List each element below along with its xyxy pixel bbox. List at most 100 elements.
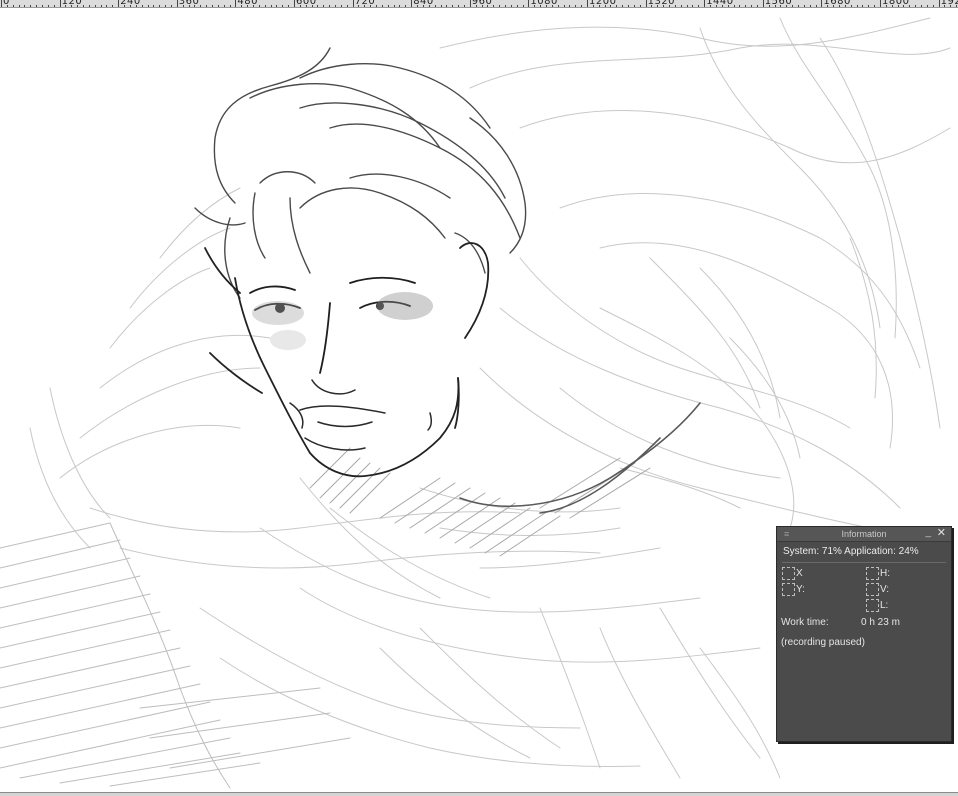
ruler-minor-tick <box>317 5 319 7</box>
ruler-minor-tick <box>891 5 893 7</box>
ruler-minor-tick <box>745 5 747 7</box>
y-label: Y: <box>796 584 805 595</box>
ruler-minor-tick <box>217 5 219 7</box>
ruler-major-tick <box>880 0 881 7</box>
ruler-major-tick <box>528 0 530 7</box>
ruler-minor-tick <box>622 5 624 7</box>
ruler-minor-tick <box>768 5 770 7</box>
ruler-minor-tick <box>545 5 547 7</box>
ruler-minor-tick <box>288 5 290 7</box>
ruler-minor-tick <box>18 5 20 7</box>
ruler-minor-tick <box>797 5 799 7</box>
information-panel[interactable]: ≡ Information _ ✕ System: 71% Applicatio… <box>776 526 952 742</box>
ruler-minor-tick <box>440 5 442 7</box>
ruler-minor-tick <box>241 5 243 7</box>
canvas-bottom-border <box>0 792 958 796</box>
ruler-minor-tick <box>182 5 184 7</box>
ruler-minor-tick <box>909 5 911 7</box>
ruler-minor-tick <box>756 5 758 7</box>
ruler-minor-tick <box>165 5 167 7</box>
ruler-minor-tick <box>581 5 583 7</box>
ruler-minor-tick <box>715 5 717 7</box>
ruler-minor-tick <box>422 5 424 7</box>
ruler-major-tick <box>1 0 2 7</box>
ruler-minor-tick <box>335 5 337 7</box>
ruler-minor-tick <box>452 5 454 7</box>
ruler-minor-tick <box>188 5 190 7</box>
close-icon[interactable]: ✕ <box>937 528 946 539</box>
ruler-minor-tick <box>147 5 149 7</box>
minimize-icon[interactable]: _ <box>925 528 931 538</box>
recording-status: (recording paused) <box>781 637 865 648</box>
ruler-minor-tick <box>252 5 254 7</box>
ruler-minor-tick <box>674 5 676 7</box>
ruler-minor-tick <box>950 5 952 7</box>
application-label: Application: <box>844 546 896 557</box>
ruler-major-tick <box>938 0 940 7</box>
l-value-icon <box>866 599 879 612</box>
ruler-minor-tick <box>710 5 712 7</box>
ruler-minor-tick <box>563 5 565 7</box>
ruler-minor-tick <box>692 5 694 7</box>
ruler-minor-tick <box>780 5 782 7</box>
ruler-minor-tick <box>698 5 700 7</box>
ruler-minor-tick <box>264 5 266 7</box>
ruler-minor-tick <box>874 5 876 7</box>
ruler-minor-tick <box>323 5 325 7</box>
ruler-minor-tick <box>364 5 366 7</box>
ruler-minor-tick <box>393 5 395 7</box>
ruler-minor-tick <box>516 5 518 7</box>
y-coordinate-icon <box>782 583 795 596</box>
ruler-minor-tick <box>340 5 342 7</box>
work-time-value: 0 h 23 m <box>861 617 900 628</box>
ruler-major-tick <box>469 0 471 7</box>
ruler-minor-tick <box>53 5 55 7</box>
ruler-major-tick <box>645 0 647 7</box>
ruler-minor-tick <box>405 5 407 7</box>
ruler-minor-tick <box>663 5 665 7</box>
ruler-minor-tick <box>77 5 79 7</box>
x-label: X <box>796 568 803 579</box>
v-label: V: <box>880 584 890 595</box>
ruler-minor-tick <box>639 5 641 7</box>
ruler-minor-tick <box>833 5 835 7</box>
ruler-minor-tick <box>446 5 448 7</box>
ruler-minor-tick <box>862 5 864 7</box>
ruler-minor-tick <box>106 5 108 7</box>
ruler-major-tick <box>704 0 706 7</box>
ruler-minor-tick <box>604 5 606 7</box>
ruler-minor-tick <box>885 5 887 7</box>
ruler-major-tick <box>821 0 823 7</box>
ruler-minor-tick <box>815 5 817 7</box>
ruler-minor-tick <box>727 5 729 7</box>
ruler-minor-tick <box>299 5 301 7</box>
ruler-minor-tick <box>751 5 753 7</box>
ruler-minor-tick <box>428 5 430 7</box>
ruler-minor-tick <box>510 5 512 7</box>
ruler-minor-tick <box>6 5 8 7</box>
ruler-minor-tick <box>868 5 870 7</box>
ruler-minor-tick <box>856 5 858 7</box>
ruler-major-tick <box>587 0 588 7</box>
ruler-minor-tick <box>493 5 495 7</box>
ruler-minor-tick <box>499 5 501 7</box>
ruler-minor-tick <box>926 5 928 7</box>
ruler-minor-tick <box>305 5 307 7</box>
ruler-minor-tick <box>258 5 260 7</box>
ruler-minor-tick <box>83 5 85 7</box>
ruler-minor-tick <box>844 5 846 7</box>
h-label: H: <box>880 568 890 579</box>
ruler-minor-tick <box>282 5 284 7</box>
ruler-minor-tick <box>206 5 208 7</box>
ruler-minor-tick <box>42 5 44 7</box>
ruler-minor-tick <box>534 5 536 7</box>
ruler-minor-tick <box>387 5 389 7</box>
l-label: L: <box>880 600 889 611</box>
ruler-minor-tick <box>434 5 436 7</box>
info-panel-titlebar[interactable]: ≡ Information _ ✕ <box>777 527 951 542</box>
ruler-minor-tick <box>141 5 143 7</box>
ruler-minor-tick <box>71 5 73 7</box>
ruler-minor-tick <box>223 5 225 7</box>
ruler-minor-tick <box>633 5 635 7</box>
ruler-minor-tick <box>159 5 161 7</box>
